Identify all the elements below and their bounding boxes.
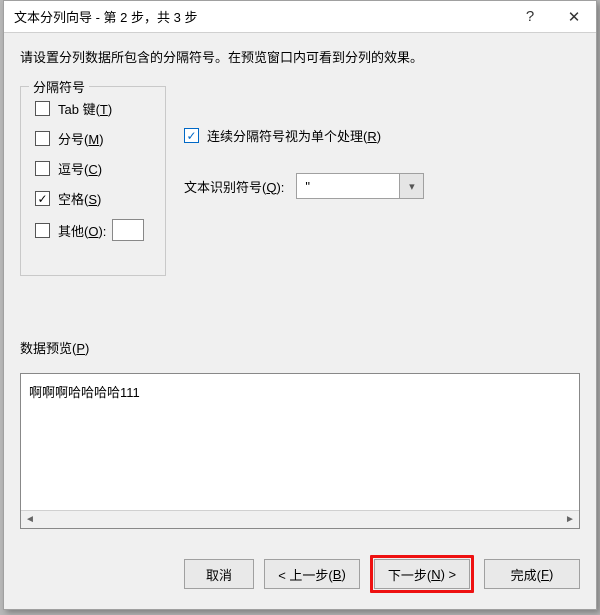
tab-label: Tab 键(T)	[58, 99, 112, 118]
finish-button[interactable]: 完成(F)	[484, 559, 580, 589]
delimiters-fieldset: 分隔符号 Tab 键(T) 分号(M) 逗号(C) 空格(S)	[20, 86, 166, 276]
chevron-down-icon[interactable]: ▾	[399, 174, 423, 198]
comma-checkbox-row[interactable]: 逗号(C)	[35, 159, 151, 178]
space-label: 空格(S)	[58, 189, 101, 208]
cancel-button[interactable]: 取消	[184, 559, 254, 589]
qualifier-value: "	[297, 179, 399, 194]
semicolon-label: 分号(M)	[58, 129, 104, 148]
close-button[interactable]: ✕	[552, 1, 596, 33]
help-button[interactable]: ?	[508, 1, 552, 33]
instruction-text: 请设置分列数据所包含的分隔符号。在预览窗口内可看到分列的效果。	[20, 47, 580, 66]
other-label: 其他(O):	[58, 221, 106, 240]
space-checkbox[interactable]	[35, 191, 50, 206]
next-button[interactable]: 下一步(N) >	[374, 559, 470, 589]
dialog-title: 文本分列向导 - 第 2 步，共 3 步	[14, 7, 508, 26]
qualifier-label: 文本识别符号(Q):	[184, 177, 284, 196]
comma-label: 逗号(C)	[58, 159, 102, 178]
consecutive-label: 连续分隔符号视为单个处理(R)	[207, 126, 381, 145]
other-checkbox[interactable]	[35, 223, 50, 238]
other-delimiter-input[interactable]	[112, 219, 144, 241]
back-button[interactable]: < 上一步(B)	[264, 559, 360, 589]
button-row: 取消 < 上一步(B) 下一步(N) > 完成(F)	[20, 555, 580, 593]
scroll-track[interactable]	[39, 511, 561, 528]
qualifier-select[interactable]: " ▾	[296, 173, 424, 199]
text-to-columns-wizard-dialog: 文本分列向导 - 第 2 步，共 3 步 ? ✕ 请设置分列数据所包含的分隔符号…	[3, 0, 597, 610]
semicolon-checkbox-row[interactable]: 分号(M)	[35, 129, 151, 148]
tab-checkbox-row[interactable]: Tab 键(T)	[35, 99, 151, 118]
scroll-right-icon[interactable]: ►	[561, 511, 579, 528]
consecutive-checkbox-row[interactable]: 连续分隔符号视为单个处理(R)	[184, 126, 580, 145]
right-options: 连续分隔符号视为单个处理(R) 文本识别符号(Q): " ▾	[184, 86, 580, 276]
preview-box: 啊啊啊哈哈哈哈111 ◄ ►	[20, 373, 580, 529]
titlebar: 文本分列向导 - 第 2 步，共 3 步 ? ✕	[4, 1, 596, 33]
preview-label: 数据预览(P)	[20, 338, 580, 357]
scroll-left-icon[interactable]: ◄	[21, 511, 39, 528]
next-button-highlight: 下一步(N) >	[370, 555, 474, 593]
dialog-body: 请设置分列数据所包含的分隔符号。在预览窗口内可看到分列的效果。 分隔符号 Tab…	[4, 33, 596, 603]
space-checkbox-row[interactable]: 空格(S)	[35, 189, 151, 208]
consecutive-checkbox[interactable]	[184, 128, 199, 143]
other-checkbox-row[interactable]: 其他(O):	[35, 219, 151, 241]
comma-checkbox[interactable]	[35, 161, 50, 176]
text-qualifier-row: 文本识别符号(Q): " ▾	[184, 173, 580, 199]
tab-checkbox[interactable]	[35, 101, 50, 116]
upper-section: 分隔符号 Tab 键(T) 分号(M) 逗号(C) 空格(S)	[20, 86, 580, 276]
delimiters-legend: 分隔符号	[29, 77, 89, 96]
preview-content: 啊啊啊哈哈哈哈111	[21, 374, 579, 510]
semicolon-checkbox[interactable]	[35, 131, 50, 146]
horizontal-scrollbar[interactable]: ◄ ►	[21, 510, 579, 528]
